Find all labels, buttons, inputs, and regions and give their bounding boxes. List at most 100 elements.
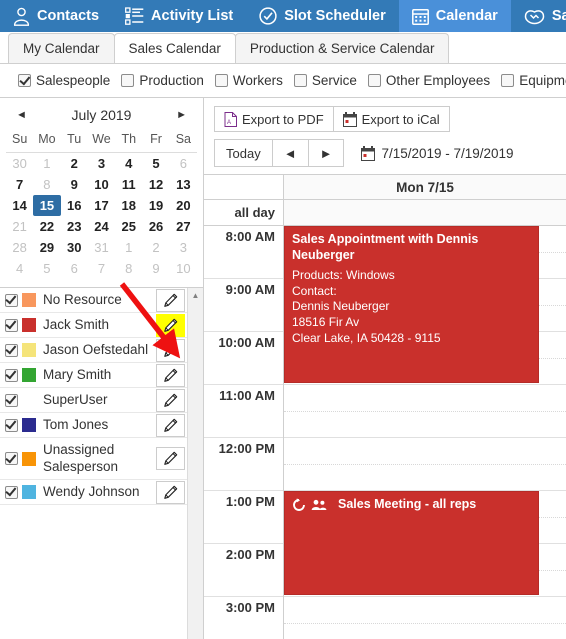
checkbox-icon[interactable] <box>4 418 18 432</box>
all-day-cell[interactable] <box>284 200 566 225</box>
previous-period-button[interactable]: ◄ <box>271 139 309 167</box>
nav-item-sales[interactable]: Sales <box>511 0 566 32</box>
mini-calendar-day[interactable]: 3 <box>170 237 197 258</box>
resource-visibility-checkbox[interactable] <box>0 343 22 357</box>
calendar-event[interactable]: Sales Appointment with Dennis Neuberger P… <box>284 226 539 383</box>
nav-item-calendar[interactable]: Calendar <box>398 0 511 32</box>
mini-calendar-day[interactable]: 11 <box>115 174 142 195</box>
mini-calendar-day[interactable]: 10 <box>170 258 197 279</box>
mini-calendar-day[interactable]: 8 <box>33 174 60 195</box>
mini-calendar-day[interactable]: 9 <box>61 174 88 195</box>
nav-item-activity-list[interactable]: Activity List <box>112 0 246 32</box>
agenda-event-canvas[interactable]: Sales Appointment with Dennis Neuberger P… <box>284 226 566 639</box>
mini-calendar-day[interactable]: 6 <box>61 258 88 279</box>
mini-calendar-day[interactable]: 28 <box>6 237 33 258</box>
mini-calendar-day[interactable]: 10 <box>88 174 115 195</box>
resource-visibility-checkbox[interactable] <box>0 368 22 382</box>
mini-calendar-day[interactable]: 18 <box>115 195 142 216</box>
filter-other-employees[interactable]: Other Employees <box>367 73 490 88</box>
export-to-pdf-button[interactable]: A Export to PDF <box>214 106 334 132</box>
filter-salespeople[interactable]: Salespeople <box>18 73 110 88</box>
mini-calendar-day[interactable]: 5 <box>142 153 169 175</box>
checkbox-icon[interactable] <box>4 368 18 382</box>
mini-calendar-day[interactable]: 8 <box>115 258 142 279</box>
resource-edit-button[interactable] <box>156 413 185 437</box>
checkbox-icon[interactable] <box>214 74 228 87</box>
checkbox-icon[interactable] <box>501 74 515 87</box>
mini-calendar-day[interactable]: 22 <box>33 216 60 237</box>
mini-calendar-day[interactable]: 25 <box>115 216 142 237</box>
resource-edit-button[interactable] <box>156 447 185 470</box>
mini-calendar-prev-button[interactable]: ◄ <box>12 109 31 121</box>
agenda-day-header[interactable]: Mon 7/15 <box>284 175 566 199</box>
mini-calendar-day[interactable]: 3 <box>88 153 115 175</box>
mini-calendar-day[interactable]: 14 <box>6 195 33 216</box>
mini-calendar-day[interactable]: 2 <box>142 237 169 258</box>
next-period-button[interactable]: ► <box>307 139 345 167</box>
filter-service[interactable]: Service <box>293 73 357 88</box>
checkbox-icon[interactable] <box>4 485 18 499</box>
tab-production-service-calendar[interactable]: Production & Service Calendar <box>234 33 450 63</box>
checkbox-icon[interactable] <box>4 343 18 357</box>
mini-calendar-day[interactable]: 7 <box>88 258 115 279</box>
filter-equipment[interactable]: Equipment <box>501 73 566 88</box>
resource-visibility-checkbox[interactable] <box>0 393 22 407</box>
checkbox-icon[interactable] <box>4 318 18 332</box>
resource-edit-button[interactable] <box>156 480 185 504</box>
mini-calendar-next-button[interactable]: ► <box>172 109 191 121</box>
mini-calendar-day[interactable]: 30 <box>61 237 88 258</box>
checkbox-icon[interactable] <box>121 74 135 87</box>
mini-calendar-day[interactable]: 6 <box>170 153 197 175</box>
today-button[interactable]: Today <box>214 139 273 167</box>
resource-edit-button[interactable] <box>156 363 185 387</box>
mini-calendar-day[interactable]: 1 <box>33 153 60 175</box>
export-to-ical-button[interactable]: Export to iCal <box>332 106 450 132</box>
mini-calendar-selected-day[interactable]: 15 <box>33 195 61 216</box>
mini-calendar-day[interactable]: 23 <box>61 216 88 237</box>
mini-calendar-day[interactable]: 2 <box>61 153 88 175</box>
tab-my-calendar[interactable]: My Calendar <box>8 33 115 63</box>
mini-calendar-day[interactable]: 5 <box>33 258 60 279</box>
mini-calendar-day[interactable]: 26 <box>142 216 169 237</box>
mini-calendar-day[interactable]: 30 <box>6 153 33 175</box>
resource-list-scrollbar[interactable]: ▲ ▼ <box>187 288 203 639</box>
mini-calendar-day[interactable]: 4 <box>115 153 142 175</box>
checkbox-icon[interactable] <box>4 452 18 465</box>
mini-calendar-day[interactable]: 12 <box>142 174 169 195</box>
resource-visibility-checkbox[interactable] <box>0 318 22 332</box>
nav-item-contacts[interactable]: Contacts <box>0 0 112 32</box>
filter-workers[interactable]: Workers <box>214 73 283 88</box>
resource-edit-button[interactable] <box>156 388 185 412</box>
calendar-event[interactable]: Sales Meeting - all reps <box>284 491 539 595</box>
mini-calendar-day[interactable]: 31 <box>88 237 115 258</box>
resource-edit-button[interactable] <box>156 288 185 312</box>
nav-item-slot-scheduler[interactable]: Slot Scheduler <box>246 0 399 32</box>
mini-calendar-day[interactable]: 21 <box>6 216 33 237</box>
resource-visibility-checkbox[interactable] <box>0 452 22 465</box>
resource-visibility-checkbox[interactable] <box>0 418 22 432</box>
resource-edit-button[interactable] <box>156 313 185 337</box>
resource-edit-button[interactable] <box>156 338 185 362</box>
filter-production[interactable]: Production <box>121 73 204 88</box>
tab-sales-calendar[interactable]: Sales Calendar <box>113 33 236 63</box>
mini-calendar-day[interactable]: 29 <box>33 237 60 258</box>
mini-calendar-day[interactable]: 1 <box>115 237 142 258</box>
mini-calendar-day[interactable]: 27 <box>170 216 197 237</box>
mini-calendar-day[interactable]: 17 <box>88 195 115 216</box>
checkbox-icon[interactable] <box>4 393 18 407</box>
mini-calendar-day[interactable]: 20 <box>170 195 197 216</box>
resource-visibility-checkbox[interactable] <box>0 485 22 499</box>
mini-calendar-day[interactable]: 13 <box>170 174 197 195</box>
scroll-up-icon[interactable]: ▲ <box>192 291 200 300</box>
mini-calendar-day[interactable]: 7 <box>6 174 33 195</box>
checkbox-icon[interactable] <box>367 74 381 87</box>
mini-calendar-day[interactable]: 16 <box>61 195 88 216</box>
mini-calendar-day[interactable]: 9 <box>142 258 169 279</box>
mini-calendar-day[interactable]: 19 <box>142 195 169 216</box>
mini-calendar-day[interactable]: 4 <box>6 258 33 279</box>
mini-calendar-day[interactable]: 24 <box>88 216 115 237</box>
resource-visibility-checkbox[interactable] <box>0 293 22 307</box>
checkbox-icon[interactable] <box>4 293 18 307</box>
checkbox-icon[interactable] <box>18 74 31 87</box>
checkbox-icon[interactable] <box>293 74 307 87</box>
